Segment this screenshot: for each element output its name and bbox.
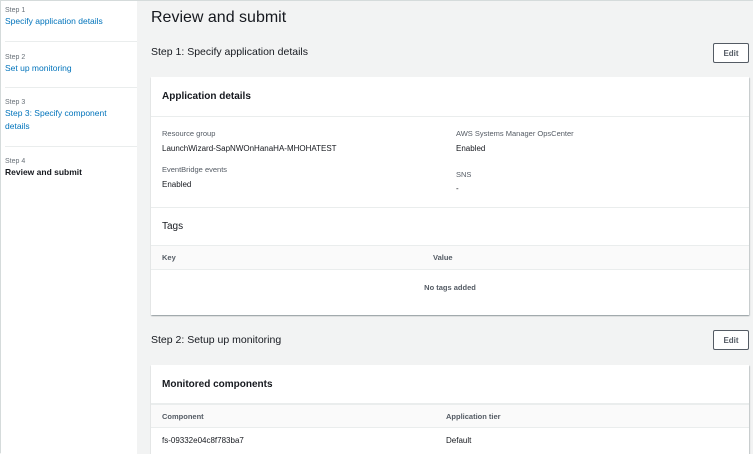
step-3-link[interactable]: Step 3: Specify component details: [5, 107, 137, 133]
step-3-label-line2: details: [5, 121, 30, 131]
components-column-component: Component: [162, 411, 204, 421]
eventbridge-value: Enabled: [162, 180, 192, 189]
wizard-step-3: Step 3 Step 3: Specify component details: [5, 98, 137, 133]
tags-column-value: Value: [433, 253, 453, 262]
tags-column-key: Key: [162, 253, 176, 262]
step-number: Step 2: [5, 54, 26, 61]
sns-value: -: [456, 184, 459, 193]
application-details-card: Application details Resource group Launc…: [151, 77, 749, 315]
step-2-section-title: Step 2: Setup up monitoring: [151, 334, 282, 346]
resource-group-value: LaunchWizard-SapNWOnHanaHA-MHOHATEST: [162, 144, 337, 153]
monitored-components-header: Monitored components: [151, 365, 749, 404]
step-divider: [5, 41, 137, 42]
step-4-current: Review and submit: [5, 167, 82, 177]
tags-empty-message: No tags added: [424, 283, 476, 292]
step-number: Step 4: [5, 158, 26, 165]
opscenter-value: Enabled: [456, 144, 486, 153]
step-number: Step 3: [5, 99, 26, 106]
monitored-components-card: Monitored components Component Applicati…: [151, 365, 749, 454]
step-2-link[interactable]: Set up monitoring: [5, 62, 137, 75]
tags-table-header: Key Value: [151, 245, 749, 270]
component-cell: fs-09332e04c8f783ba7: [162, 436, 244, 445]
resource-group-label: Resource group: [162, 129, 216, 138]
wizard-frame: Step 1 Specify application details Step …: [0, 0, 753, 454]
wizard-step-2: Step 2 Set up monitoring: [5, 53, 137, 75]
application-details-header: Application details: [151, 77, 749, 117]
wizard-step-4: Step 4 Review and submit: [5, 157, 137, 179]
tags-header: Tags: [151, 207, 749, 245]
step-3-label-line1: Step 3: Specify component: [5, 108, 107, 118]
opscenter-label: AWS Systems Manager OpsCenter: [456, 129, 574, 138]
step-1-section-title: Step 1: Specify application details: [151, 46, 309, 58]
page-title: Review and submit: [151, 9, 287, 26]
application-tier-cell: Default: [446, 436, 472, 445]
step-divider: [5, 146, 137, 147]
wizard-step-1: Step 1 Specify application details: [5, 6, 137, 28]
step-divider: [5, 87, 137, 88]
components-table-header: Component Application tier: [151, 404, 749, 428]
wizard-steps-sidebar: Step 1 Specify application details Step …: [1, 1, 137, 454]
main-content: Review and submit Step 1: Specify applic…: [137, 1, 753, 454]
components-column-tier: Application tier: [446, 411, 501, 421]
step-1-link[interactable]: Specify application details: [5, 15, 137, 28]
step-1-edit-button[interactable]: Edit: [713, 43, 749, 63]
step-number: Step 1: [5, 7, 26, 14]
step-2-edit-button[interactable]: Edit: [713, 330, 749, 350]
sns-label: SNS: [456, 170, 472, 179]
eventbridge-label: EventBridge events: [162, 165, 228, 174]
